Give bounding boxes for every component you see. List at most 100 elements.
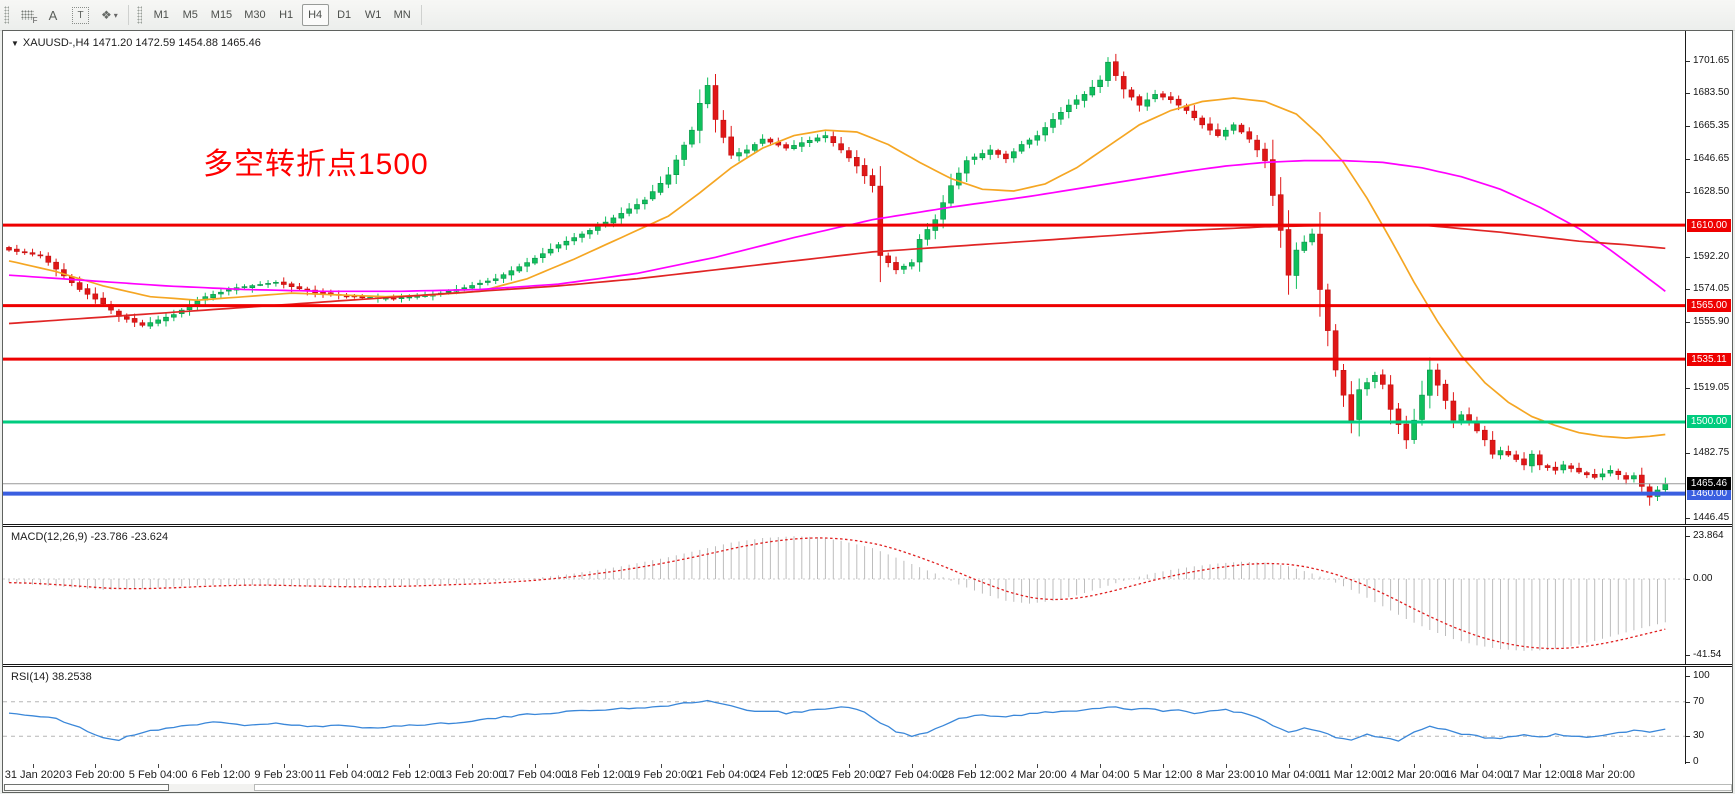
price-tick-label: 1701.65 — [1693, 55, 1729, 66]
text-label-tool-button[interactable]: A — [41, 4, 65, 26]
date-tick-mark — [1477, 764, 1478, 768]
macd-panel: MACD(12,26,9) -23.786 -23.624 23.8640.00… — [3, 527, 1732, 664]
symbol-ohlc-text: XAUUSD-,H4 1471.20 1472.59 1454.88 1465.… — [23, 37, 261, 49]
price-tick-mark — [1686, 192, 1690, 193]
date-axis-label: 6 Feb 12:00 — [192, 769, 251, 781]
date-axis-label: 13 Feb 20:00 — [440, 769, 505, 781]
chart-annotation[interactable]: 多空转折点1500 — [203, 139, 429, 183]
price-tick-label: 1519.05 — [1693, 382, 1729, 393]
date-axis-label: 3 Feb 20:00 — [66, 769, 125, 781]
price-tick-label: 1665.35 — [1693, 120, 1729, 131]
scrollbar-thumb[interactable] — [4, 784, 169, 791]
toolbar-grip[interactable] — [4, 6, 9, 24]
price-tick-label: 1574.05 — [1693, 283, 1729, 294]
timeframe-button-w1[interactable]: W1 — [360, 4, 387, 26]
date-axis-label: 21 Feb 04:00 — [691, 769, 756, 781]
date-tick-mark — [221, 764, 222, 768]
toolbar-separator — [128, 5, 129, 25]
date-axis-label: 8 Mar 23:00 — [1196, 769, 1255, 781]
rsi-axis[interactable]: 10070300 — [1685, 667, 1732, 764]
macd-tick-mark — [1686, 655, 1690, 656]
date-tick-mark — [912, 764, 913, 768]
price-tick-mark — [1686, 61, 1690, 62]
price-tick-mark — [1686, 93, 1690, 94]
date-tick-mark — [661, 764, 662, 768]
price-tick-label: 1482.75 — [1693, 447, 1729, 458]
date-tick-mark — [786, 764, 787, 768]
date-tick-mark — [284, 764, 285, 768]
objects-tool-button[interactable]: ❖ ▾ — [96, 4, 123, 26]
price-tick-mark — [1686, 518, 1690, 519]
date-axis-label: 17 Feb 04:00 — [503, 769, 568, 781]
date-axis-label: 10 Mar 04:00 — [1256, 769, 1321, 781]
chart-menu-triangle-icon[interactable]: ▼ — [11, 39, 19, 48]
price-plot-area[interactable] — [3, 31, 1685, 524]
hline-price-tag-1500.00[interactable]: 1500.00 — [1687, 415, 1731, 428]
date-axis-label: 11 Mar 12:00 — [1319, 769, 1383, 781]
date-axis-label: 18 Mar 20:00 — [1570, 769, 1635, 781]
macd-tick-mark — [1686, 579, 1690, 580]
date-axis-label: 19 Feb 20:00 — [628, 769, 693, 781]
rsi-tick-mark — [1686, 736, 1690, 737]
rsi-panel: RSI(14) 38.2538 10070300 — [3, 667, 1732, 764]
toolbar-grip[interactable] — [137, 6, 142, 24]
horizontal-scrollbar — [3, 784, 1732, 792]
rsi-plot-area[interactable] — [3, 667, 1685, 764]
date-tick-mark — [33, 764, 34, 768]
rsi-tick-mark — [1686, 762, 1690, 763]
toolbar-separator — [421, 5, 422, 25]
price-tick-label: 1592.20 — [1693, 251, 1729, 262]
price-chart-panel: ▼ XAUUSD-,H4 1471.20 1472.59 1454.88 146… — [3, 31, 1732, 524]
macd-plot-area[interactable] — [3, 527, 1685, 664]
boxed-t-icon: T — [72, 7, 89, 24]
date-tick-mark — [849, 764, 850, 768]
chevron-down-icon: ▾ — [114, 11, 118, 20]
timeframe-button-h4[interactable]: H4 — [302, 4, 329, 26]
diamonds-icon: ❖ — [101, 8, 111, 22]
date-tick-mark — [1163, 764, 1164, 768]
date-tick-mark — [598, 764, 599, 768]
timeframe-button-m1[interactable]: M1 — [148, 4, 175, 26]
price-tick-label: 1646.65 — [1693, 153, 1729, 164]
macd-tick-label: -41.54 — [1693, 649, 1721, 660]
macd-tick-label: 23.864 — [1693, 530, 1724, 541]
date-axis-label: 24 Feb 12:00 — [754, 769, 819, 781]
rsi-tick-label: 30 — [1693, 730, 1704, 741]
scrollbar-track[interactable] — [254, 784, 1732, 791]
date-axis-label: 5 Feb 04:00 — [129, 769, 188, 781]
price-tick-label: 1446.45 — [1693, 512, 1729, 523]
date-tick-mark — [1289, 764, 1290, 768]
timeframe-button-m5[interactable]: M5 — [177, 4, 204, 26]
date-axis-label: 16 Mar 04:00 — [1445, 769, 1510, 781]
price-tick-mark — [1686, 322, 1690, 323]
price-axis[interactable]: 1701.651683.501665.351646.651628.501592.… — [1685, 31, 1732, 524]
timeframe-button-d1[interactable]: D1 — [331, 4, 358, 26]
date-axis-label: 25 Feb 20:00 — [817, 769, 882, 781]
date-tick-mark — [975, 764, 976, 768]
date-axis-label: 12 Mar 20:00 — [1382, 769, 1447, 781]
date-axis-label: 27 Feb 04:00 — [879, 769, 944, 781]
date-tick-mark — [1351, 764, 1352, 768]
date-axis-label: 28 Feb 12:00 — [942, 769, 1007, 781]
date-axis-label: 2 Mar 20:00 — [1008, 769, 1067, 781]
macd-tick-label: 0.00 — [1693, 573, 1712, 584]
timeframe-button-h1[interactable]: H1 — [273, 4, 300, 26]
hline-price-tag-1565.00[interactable]: 1565.00 — [1687, 299, 1731, 312]
timeframe-button-m15[interactable]: M15 — [206, 4, 237, 26]
date-axis-label: 18 Feb 12:00 — [565, 769, 630, 781]
timeframe-button-m30[interactable]: M30 — [239, 4, 270, 26]
timeframe-button-mn[interactable]: MN — [389, 4, 416, 26]
text-box-tool-button[interactable]: T — [67, 4, 94, 26]
price-tick-label: 1555.90 — [1693, 316, 1729, 327]
date-tick-mark — [472, 764, 473, 768]
date-axis-label: 5 Mar 12:00 — [1134, 769, 1193, 781]
macd-axis[interactable]: 23.864 0.00 -41.54 — [1685, 527, 1732, 664]
price-tick-mark — [1686, 289, 1690, 290]
hline-price-tag-1610.00[interactable]: 1610.00 — [1687, 219, 1731, 232]
rsi-tick-label: 70 — [1693, 696, 1704, 707]
date-tick-mark — [1226, 764, 1227, 768]
grid-f-tool-button[interactable]: F — [15, 4, 39, 26]
hline-price-tag-1535.11[interactable]: 1535.11 — [1687, 353, 1731, 366]
grid-f-icon: F — [21, 10, 34, 20]
date-axis[interactable]: 31 Jan 20203 Feb 20:005 Feb 04:006 Feb 1… — [3, 764, 1732, 784]
